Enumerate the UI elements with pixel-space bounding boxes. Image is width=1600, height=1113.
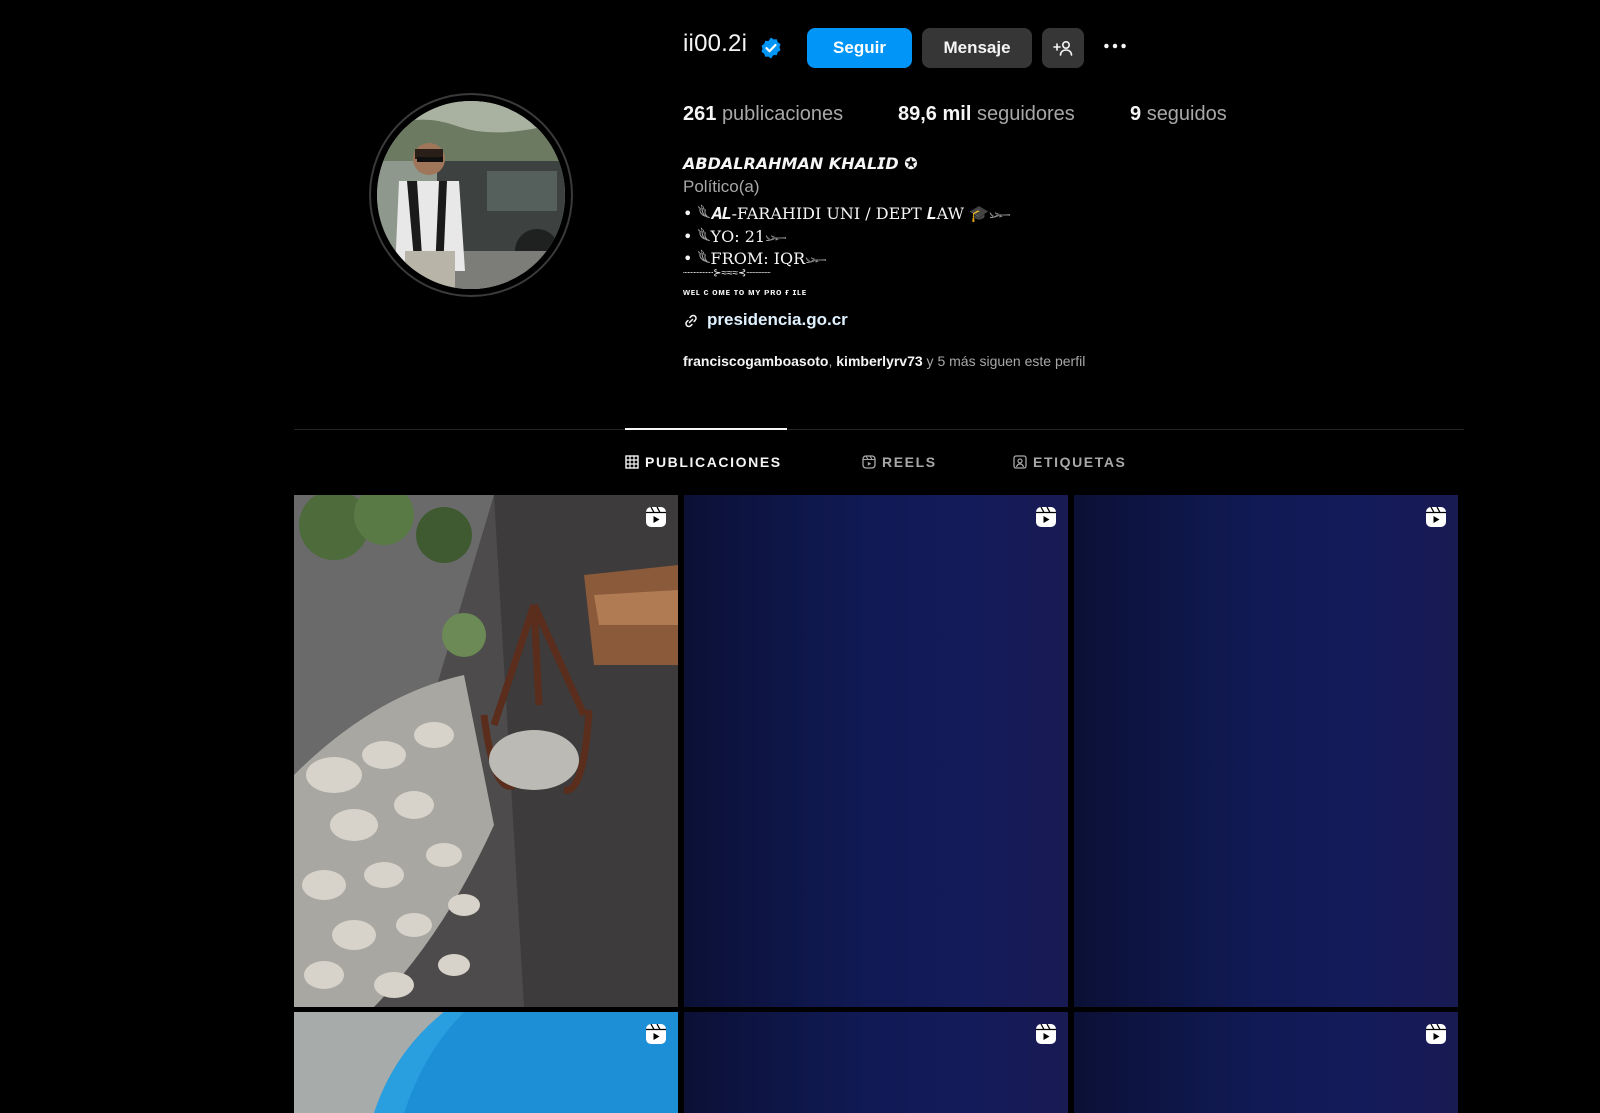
reel-icon [1036, 1023, 1056, 1044]
tab-reels[interactable]: REELS [862, 454, 937, 470]
reel-icon [646, 1023, 666, 1044]
bio-category: Político(a) [683, 177, 760, 196]
tab-tagged[interactable]: ETIQUETAS [1013, 454, 1126, 470]
stat-posts: 261 publicaciones [683, 103, 843, 126]
follow-button[interactable]: Seguir [807, 28, 912, 68]
reel-icon [646, 506, 666, 527]
followers-label: seguidores [976, 103, 1075, 125]
post-tile[interactable] [294, 1012, 678, 1113]
reel-icon [1036, 506, 1056, 527]
verified-badge-icon [761, 37, 781, 59]
bio-line-from: • 𓆰FROM: IQR𓆱 [683, 249, 827, 268]
grid-icon [625, 455, 639, 469]
message-button[interactable]: Mensaje [922, 28, 1032, 68]
posts-label: publicaciones [721, 103, 844, 125]
profile-username: ii00.2i [683, 30, 748, 57]
following-count: 9 [1130, 103, 1142, 125]
tab-posts-label: PUBLICACIONES [645, 454, 782, 470]
post-tile[interactable] [294, 495, 678, 1007]
followed-by-suffix: y 5 más siguen este perfil [922, 353, 1086, 369]
reel-icon [1426, 1023, 1446, 1044]
tagged-icon [1013, 455, 1027, 469]
post-thumbnail-blue [294, 1012, 678, 1113]
post-tile[interactable] [684, 495, 1068, 1007]
bio-full-name: 𝘼𝘽𝘿𝘼𝙇𝙍𝘼𝙃𝙈𝘼𝙉 𝙆𝙃𝘼𝙇𝙄𝘿 ✪ [683, 154, 918, 173]
avatar-image [377, 101, 565, 289]
followed-by-user-1[interactable]: franciscogamboasoto [683, 353, 828, 369]
following-label: seguidos [1146, 103, 1227, 125]
bio-link[interactable]: presidencia.go.cr [707, 310, 848, 330]
tab-tagged-label: ETIQUETAS [1033, 454, 1127, 470]
posts-count: 261 [683, 103, 717, 125]
link-icon [685, 314, 697, 328]
post-thumbnail-rocks [294, 495, 678, 1007]
more-options-button[interactable] [1097, 26, 1133, 66]
post-tile[interactable] [684, 1012, 1068, 1113]
stat-followers[interactable]: 89,6 mil seguidores [898, 103, 1075, 126]
reels-icon [862, 455, 876, 469]
tab-reels-label: REELS [882, 454, 937, 470]
profile-avatar[interactable] [369, 93, 573, 297]
suggested-accounts-button[interactable] [1042, 28, 1084, 68]
tab-posts[interactable]: PUBLICACIONES [625, 454, 782, 470]
stat-following[interactable]: 9 seguidos [1130, 103, 1227, 126]
tabs-divider [294, 429, 1464, 430]
bio-welcome: ᴡᴇʟ ᴄ ᴏᴍᴇ ᴛᴏ ᴍʏ ᴘʀᴏ ғ ɪʟᴇ [683, 287, 807, 297]
followed-by-user-2[interactable]: kimberlyrv73 [836, 353, 922, 369]
reel-icon [1426, 506, 1446, 527]
active-tab-indicator [625, 428, 787, 430]
bio-ornament: ┈┈┈┈┈⊱≈≈≈⊰┈┈┈┈ [683, 268, 771, 279]
followers-count: 89,6 mil [898, 103, 972, 125]
more-dots-icon [1104, 43, 1126, 49]
avatar-photo [377, 101, 565, 289]
add-user-icon [1053, 40, 1073, 56]
followed-by[interactable]: franciscogamboasoto, kimberlyrv73 y 5 má… [683, 353, 1085, 369]
post-tile[interactable] [1074, 495, 1458, 1007]
post-tile[interactable] [1074, 1012, 1458, 1113]
